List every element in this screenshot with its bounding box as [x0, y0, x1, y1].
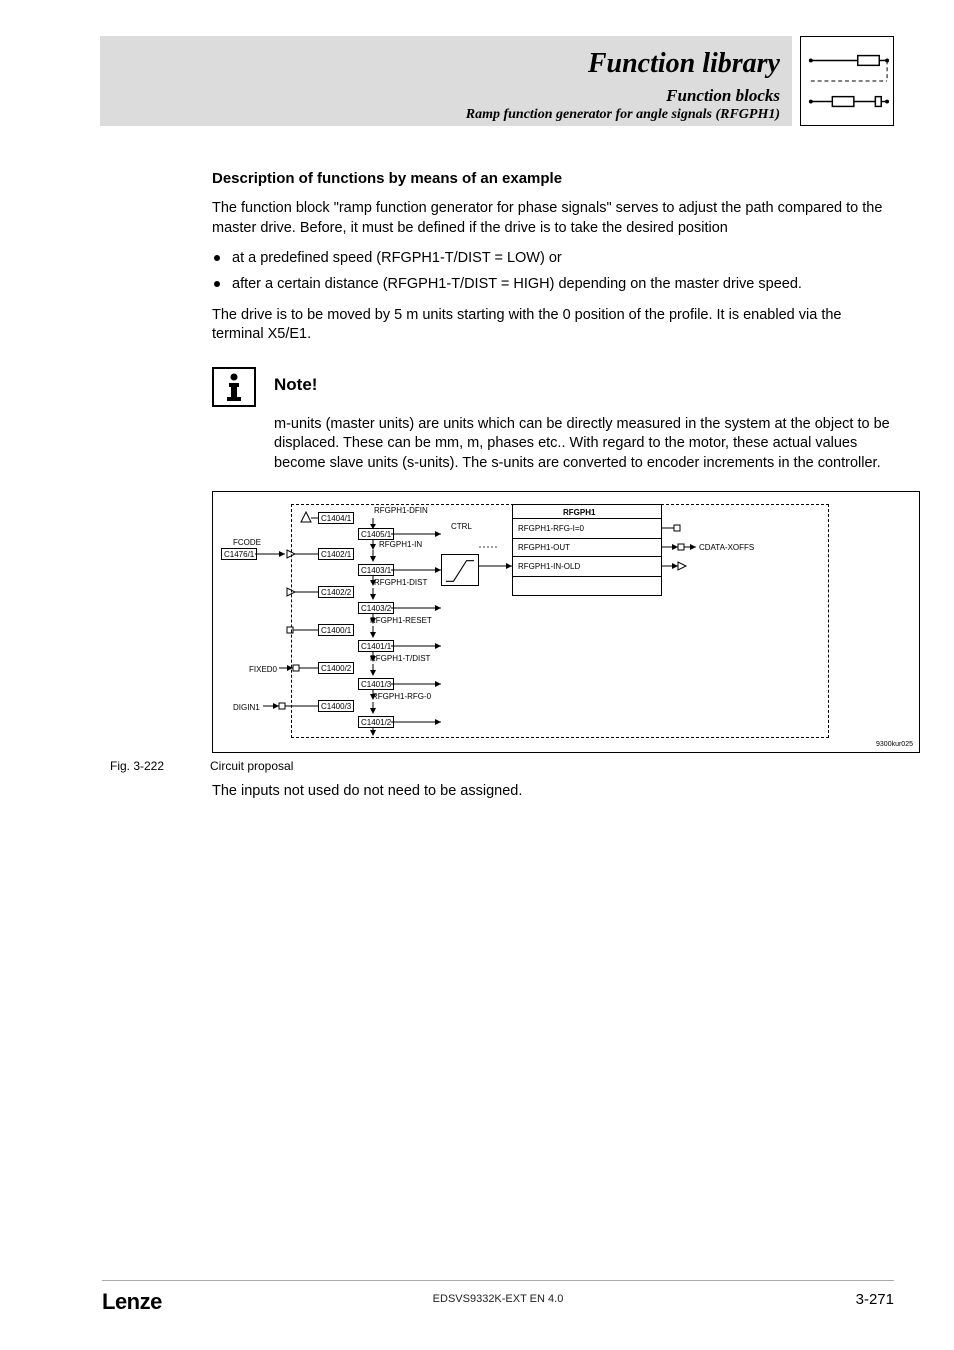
list-item: at a predefined speed (RFGPH1-T/DIST = L…	[212, 248, 894, 270]
rfg-out-label: RFGPH1-OUT	[518, 543, 570, 552]
brand-logo-text: Lenze	[102, 1289, 162, 1315]
in-arrow	[255, 546, 445, 578]
dfin-symbol	[301, 512, 319, 524]
block-line	[512, 556, 662, 557]
section-heading: Description of functions by means of an …	[212, 170, 894, 187]
note-title: Note!	[274, 367, 317, 395]
bullet-text: after a certain distance (RFGPH1-T/DIST …	[232, 274, 802, 296]
ctrl-ramp-box	[441, 554, 479, 586]
ctrl-to-block-arrows	[479, 547, 513, 571]
fixed0-label: FIXED0	[249, 665, 277, 674]
list-item: after a certain distance (RFGPH1-T/DIST …	[212, 274, 894, 296]
digin1-label: DIGIN1	[233, 703, 260, 712]
bullet-text: at a predefined speed (RFGPH1-T/DIST = L…	[232, 248, 562, 270]
bullet-list: at a predefined speed (RFGPH1-T/DIST = L…	[212, 248, 894, 296]
diagram-ref-code: 9300kur025	[876, 741, 913, 748]
block-line	[512, 538, 662, 539]
note-block: Note! m-units (master units) are units w…	[212, 367, 894, 474]
figure-caption: Circuit proposal	[210, 759, 293, 773]
block-line	[512, 518, 662, 519]
header-subtitle-1: Function blocks	[666, 86, 780, 106]
header-subtitle-2: Ramp function generator for angle signal…	[466, 107, 780, 123]
content-area: Description of functions by means of an …	[212, 170, 894, 799]
bullet-icon	[214, 255, 220, 261]
dist-arrow	[287, 584, 443, 616]
rfgph1-title: RFGPH1	[563, 508, 595, 517]
block-line	[512, 576, 662, 577]
rfg0-arrow	[263, 698, 443, 730]
page-footer: Lenze EDSVS9332K-EXT EN 4.0 3-271	[102, 1280, 894, 1310]
bullet-icon	[214, 281, 220, 287]
circuit-diagram: RFGPH1 RFGPH1-RFG-I=0 RFGPH1-OUT RFGPH1-…	[212, 491, 920, 753]
paragraph-2: The drive is to be moved by 5 m units st…	[212, 306, 894, 345]
rfg-i0-label: RFGPH1-RFG-I=0	[518, 524, 584, 533]
after-figure-text: The inputs not used do not need to be as…	[212, 783, 894, 799]
footer-doc-id: EDSVS9332K-EXT EN 4.0	[433, 1293, 564, 1305]
c1404-1-box: C1404/1	[318, 512, 354, 524]
tdist-arrow	[279, 660, 443, 692]
ctrl-label: CTRL	[451, 522, 472, 531]
rfg-in-old-label: RFGPH1-IN-OLD	[518, 562, 580, 571]
reset-arrow	[287, 622, 443, 654]
header-title: Function library	[588, 48, 780, 80]
page-number: 3-271	[856, 1291, 894, 1308]
function-library-icon	[800, 36, 894, 126]
figure-caption-row: Fig. 3-222 Circuit proposal	[212, 759, 894, 773]
page-header: Function library Function blocks Ramp fu…	[100, 36, 894, 126]
paragraph-1: The function block "ramp function genera…	[212, 199, 894, 238]
c1476-1-box: C1476/1	[221, 548, 257, 560]
output-stubs	[662, 524, 702, 574]
note-body: m-units (master units) are units which c…	[274, 415, 894, 474]
figure-number: Fig. 3-222	[110, 759, 210, 773]
cdata-xoffs-label: CDATA-XOFFS	[699, 543, 754, 552]
info-icon	[212, 367, 256, 407]
